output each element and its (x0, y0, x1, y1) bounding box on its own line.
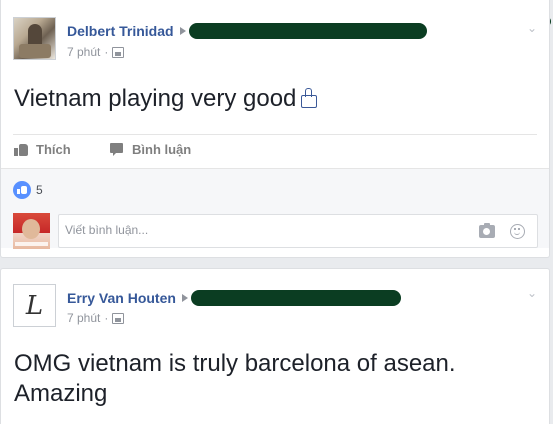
author-row: Delbert Trinidad (67, 22, 427, 40)
like-button[interactable]: Thích (14, 142, 71, 157)
share-arrow-icon (179, 27, 186, 35)
author-name[interactable]: Delbert Trinidad (67, 23, 174, 39)
avatar-letter: L (25, 290, 44, 321)
author-row: Erry Van Houten (67, 289, 401, 307)
post-text: OMG vietnam is truly barcelona of asean.… (14, 350, 456, 407)
comment-label: Bình luận (132, 142, 192, 157)
post-meta: 7 phút · (67, 311, 125, 325)
post-time[interactable]: 7 phút (67, 311, 100, 325)
thumbs-up-icon (299, 88, 318, 108)
post-text-content: Vietnam playing very good (14, 85, 297, 112)
comment-input[interactable] (65, 223, 465, 237)
reactions-bar: 5 (1, 168, 549, 249)
post-card: Delbert Trinidad 7 phút · ⌄ Vietnam play… (0, 0, 550, 258)
author-avatar[interactable]: L (13, 284, 56, 327)
audience-icon[interactable] (112, 312, 125, 324)
like-reaction-icon[interactable] (13, 181, 31, 199)
avatar-figure-base (19, 44, 51, 58)
share-arrow-icon (181, 294, 188, 302)
author-avatar[interactable] (13, 17, 56, 60)
post-card: L Erry Van Houten 7 phút · ⌄ OMG vietnam… (0, 268, 550, 424)
post-text: Vietnam playing very good (14, 84, 318, 114)
audience-icon[interactable] (112, 46, 125, 58)
emoji-icon[interactable] (510, 224, 525, 239)
like-icon (14, 143, 28, 156)
author-name[interactable]: Erry Van Houten (67, 290, 176, 306)
comment-icon (110, 143, 124, 156)
chevron-down-icon[interactable]: ⌄ (527, 22, 539, 34)
comment-button[interactable]: Bình luận (110, 142, 191, 157)
commenter-avatar[interactable] (13, 213, 50, 249)
post-time[interactable]: 7 phút (67, 45, 100, 59)
post-meta: 7 phút · (67, 45, 125, 59)
redacted-group-name (190, 290, 401, 306)
comment-composer[interactable] (58, 214, 538, 248)
reaction-count[interactable]: 5 (36, 183, 43, 197)
divider (13, 134, 537, 135)
like-label: Thích (36, 142, 71, 157)
camera-icon[interactable] (479, 223, 495, 238)
chevron-down-icon[interactable]: ⌄ (527, 287, 539, 299)
redacted-group-name (188, 23, 427, 39)
